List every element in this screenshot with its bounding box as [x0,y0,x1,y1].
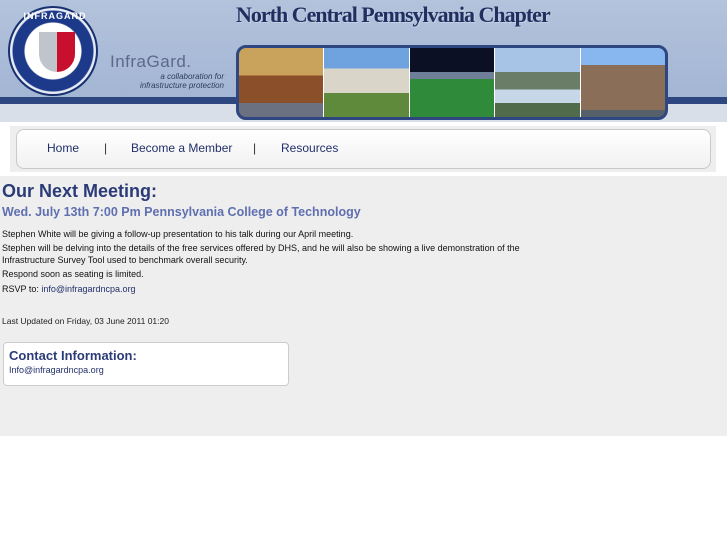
rsvp-email-link[interactable]: info@infragardncpa.org [41,284,135,294]
brand-tagline-1: a collaboration for [160,72,224,81]
college-photo [324,48,410,117]
nav-separator: | [253,141,257,155]
meeting-heading: Our Next Meeting: [2,181,158,201]
seal-text: INFRAGARD [23,11,87,21]
contact-email-link[interactable]: Info@infragardncpa.org [9,365,104,375]
rsvp-label: RSVP to: [2,284,39,294]
meeting-text-2: Stephen will be delving into the details… [2,243,520,253]
building-photo [239,48,325,117]
meeting-text-4: Respond soon as seating is limited. [2,269,144,279]
meeting-text-3: Infrastructure Survey Tool used to bench… [2,255,248,265]
brand-tagline-2: infrastructure protection [139,81,224,90]
chapter-title: North Central Pennsylvania Chapter [236,2,551,27]
courthouse-photo [580,48,665,117]
infragard-brand[interactable]: InfraGard. a collaboration for infrastru… [110,52,230,90]
stadium-photo [409,48,496,117]
nav-separator: | [104,141,108,155]
nav-home[interactable]: Home [47,141,79,155]
nav-become-member[interactable]: Become a Member [131,141,232,155]
infragard-seal-logo[interactable]: INFRAGARD [8,6,98,96]
landscape-photo [495,48,581,117]
contact-box: Contact Information: Info@infragardncpa.… [3,342,289,386]
rsvp-line: RSVP to: info@infragardncpa.org [2,283,542,296]
meeting-date: Wed. July 13th 7:00 Pm Pennsylvania Coll… [2,205,361,219]
brand-name: InfraGard. [110,52,192,71]
contact-heading: Contact Information: [9,348,137,363]
last-updated: Last Updated on Friday, 03 June 2011 01:… [2,316,169,326]
shield-icon [39,32,75,72]
meeting-text-1: Stephen White will be giving a follow-up… [2,229,354,239]
header-photo-strip [236,45,668,120]
nav-resources[interactable]: Resources [281,141,338,155]
main-nav: Home | Become a Member | Resources [16,129,711,169]
